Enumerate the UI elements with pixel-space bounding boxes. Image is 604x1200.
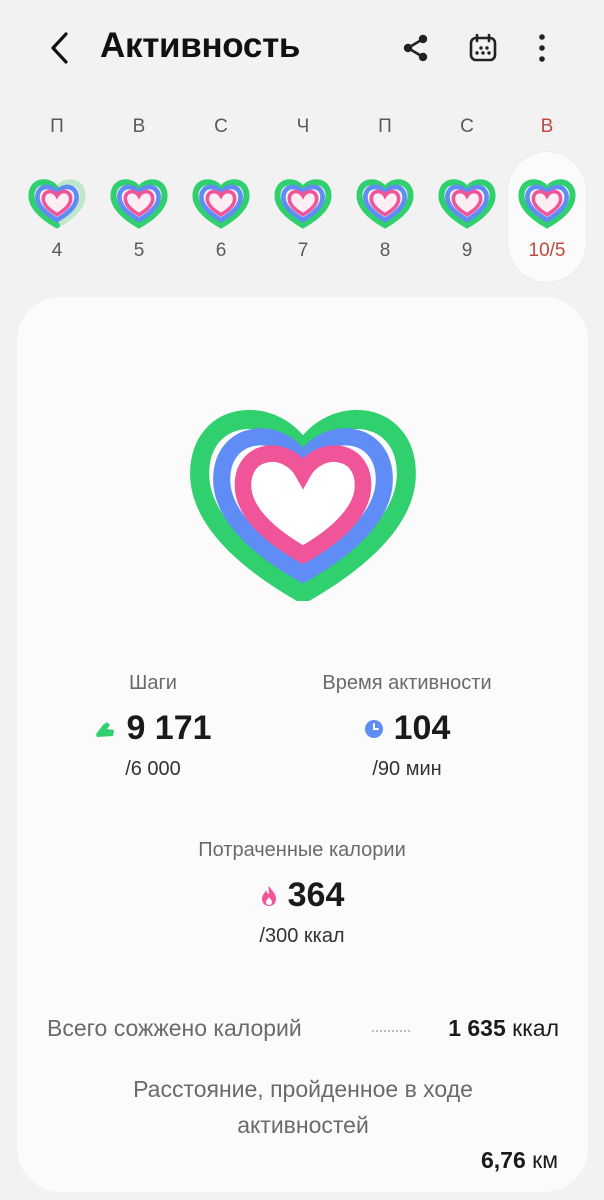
active-time-label: Время активности: [322, 672, 492, 694]
activity-heart-icon: [438, 179, 496, 229]
day-letter: В: [540, 116, 554, 137]
total-calories-unit: ккал: [512, 1015, 559, 1041]
day-number: 4: [51, 240, 63, 261]
calories-value: 364: [287, 876, 345, 914]
steps-goal: /6 000: [125, 758, 181, 780]
flame-icon: [261, 885, 276, 906]
activity-rings-heart: [190, 410, 416, 601]
steps-value: 9 171: [126, 709, 212, 747]
activity-heart-icon: [356, 179, 414, 229]
calories-label: Потраченные калории: [198, 839, 406, 861]
dotted-leader: [372, 1030, 410, 1032]
day-item[interactable]: С 6: [182, 100, 260, 280]
day-number: 7: [297, 240, 309, 261]
active-time-value-row: 104: [307, 709, 507, 748]
day-number: 9: [461, 240, 473, 261]
total-calories-label: Всего сожжено калорий: [47, 1015, 302, 1041]
active-time-value: 104: [393, 709, 451, 747]
calories-metric[interactable]: Потраченные калории 364 /300 ккал: [172, 839, 432, 948]
total-calories-value: 1 635 ккал: [448, 1015, 559, 1042]
day-number: 8: [379, 240, 391, 261]
day-letter: В: [132, 116, 146, 137]
distance-unit: км: [532, 1147, 558, 1173]
share-button[interactable]: [394, 26, 438, 70]
active-time-goal: /90 мин: [372, 758, 442, 780]
day-item[interactable]: С 9: [428, 100, 506, 280]
day-number: 10/5: [528, 240, 566, 261]
back-arrow-icon: [51, 32, 68, 64]
day-item[interactable]: П 4: [18, 100, 96, 280]
activity-heart-icon: [274, 179, 332, 229]
clock-icon: [364, 719, 383, 738]
week-selector: П 4 В 5 С 6 Ч 7 П 8 С 9 В 10/5: [0, 100, 604, 290]
day-number: 5: [133, 240, 145, 261]
day-item[interactable]: В 5: [100, 100, 178, 280]
day-letter: С: [460, 116, 474, 137]
calories-goal: /300 ккал: [259, 925, 345, 947]
day-letter: П: [50, 116, 64, 137]
day-letter: Ч: [296, 116, 310, 137]
more-vertical-icon: [539, 34, 545, 62]
activity-heart-icon: [28, 179, 86, 229]
distance-number: 6,76: [480, 1147, 526, 1173]
active-time-metric[interactable]: Время активности 104 /90 мин: [307, 672, 507, 781]
steps-label: Шаги: [129, 672, 177, 694]
activity-heart-icon: [110, 179, 168, 229]
shoe-icon: [96, 721, 115, 737]
total-calories-row: Всего сожжено калорий 1 635 ккал: [47, 1015, 559, 1049]
calendar-button[interactable]: [461, 26, 505, 70]
more-options-button[interactable]: [520, 26, 564, 70]
app-header: Активность: [0, 0, 604, 96]
page-title: Активность: [100, 26, 301, 65]
day-number: 6: [215, 240, 227, 261]
calories-value-row: 364: [172, 876, 432, 915]
share-icon: [403, 34, 428, 62]
day-item[interactable]: Ч 7: [264, 100, 342, 280]
day-letter: С: [214, 116, 228, 137]
activity-summary-card: Шаги 9 171 /6 000 Время активности 104 /…: [17, 297, 588, 1192]
steps-value-row: 9 171: [83, 709, 223, 748]
distance-value: 6,76 км: [481, 1147, 558, 1174]
day-item[interactable]: П 8: [346, 100, 424, 280]
calendar-icon: [469, 33, 497, 62]
steps-metric[interactable]: Шаги 9 171 /6 000: [83, 672, 223, 781]
back-button[interactable]: [38, 26, 82, 70]
day-letter: П: [378, 116, 392, 137]
total-calories-number: 1 635: [448, 1015, 506, 1041]
activity-heart-icon: [518, 179, 576, 229]
activity-heart-icon: [192, 179, 250, 229]
day-item-selected[interactable]: В 10/5: [508, 100, 586, 282]
distance-label: Расстояние, пройденное в ходе активносте…: [133, 1076, 473, 1138]
